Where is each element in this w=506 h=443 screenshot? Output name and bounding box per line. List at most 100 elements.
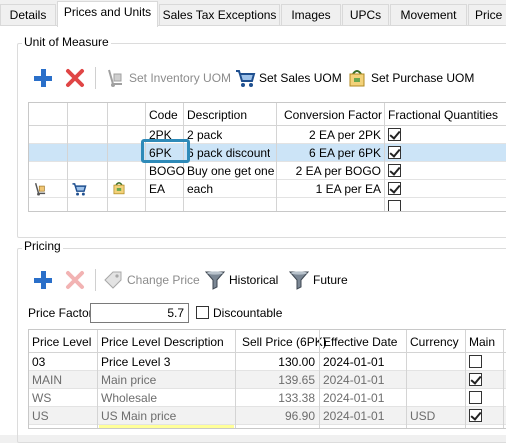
fractional-checkbox[interactable] — [388, 200, 401, 211]
set-inventory-uom-button[interactable]: Set Inventory UOM — [104, 66, 231, 90]
sell-price-cell[interactable]: 96.90 — [238, 407, 315, 425]
uom-group-title: Unit of Measure — [22, 35, 111, 49]
tab-images[interactable]: Images — [281, 4, 341, 26]
column-divider — [276, 103, 277, 211]
tab-content: Unit of Measure Set Inventory UOM Set Sa… — [0, 25, 506, 443]
column-header-main[interactable]: Main — [469, 333, 495, 351]
funnel-filter-icon — [204, 271, 226, 290]
historical-filter-button[interactable]: Historical — [204, 268, 278, 292]
pricing-group-title: Pricing — [22, 239, 63, 253]
price-level-description-cell[interactable]: Wholesale — [101, 389, 157, 407]
uom-description-cell[interactable]: 6 pack discount — [187, 144, 270, 162]
uom-conversion-cell[interactable]: 2 EA per BOGO — [279, 162, 381, 180]
uom-conversion-cell[interactable]: 1 EA per EA — [279, 180, 381, 198]
column-header-currency[interactable]: Currency — [410, 333, 459, 351]
uom-grid[interactable]: Code Description Conversion Factor Fract… — [28, 102, 506, 212]
header-divider — [29, 125, 506, 126]
highlighted-cell-background — [99, 425, 234, 428]
purchase-uom-bag-icon — [113, 182, 125, 195]
column-divider — [319, 330, 320, 428]
column-divider — [97, 330, 98, 428]
column-divider — [67, 103, 68, 211]
uom-description-cell[interactable]: Buy one get one — [187, 162, 274, 180]
tab-prices-and-units[interactable]: Prices and Units — [57, 1, 158, 27]
inventory-uom-dolly-icon — [34, 182, 46, 196]
funnel-filter-icon — [288, 271, 310, 290]
column-header-price-level[interactable]: Price Level — [32, 333, 91, 351]
price-level-cell[interactable]: MAIN — [32, 371, 62, 389]
cell-focus-border — [141, 139, 190, 163]
uom-conversion-cell[interactable]: 6 EA per 6PK — [279, 144, 381, 162]
price-tag-icon — [104, 271, 122, 289]
price-factor-input[interactable]: 5.7 — [90, 303, 189, 323]
set-purchase-uom-label: Set Purchase UOM — [371, 71, 475, 85]
tab-price-m[interactable]: Price M — [468, 4, 506, 26]
toolbar-separator — [95, 269, 96, 291]
uom-description-cell[interactable]: 2 pack — [187, 126, 222, 144]
add-price-button[interactable] — [32, 268, 57, 292]
set-inventory-uom-label: Set Inventory UOM — [129, 71, 232, 85]
plus-icon — [34, 271, 52, 289]
column-header-conversion-factor[interactable]: Conversion Factor — [284, 106, 382, 124]
effective-date-cell[interactable]: 2024-01-01 — [323, 371, 384, 389]
price-level-cell[interactable]: WS — [32, 389, 51, 407]
sell-price-cell[interactable]: 139.65 — [238, 371, 315, 389]
fractional-checkbox[interactable] — [388, 128, 401, 141]
shopping-bag-icon — [349, 70, 365, 87]
delete-uom-button[interactable] — [64, 66, 89, 90]
uom-code-cell[interactable]: EA — [149, 180, 165, 198]
set-sales-uom-label: Set Sales UOM — [259, 71, 342, 85]
effective-date-cell[interactable]: 2024-01-01 — [323, 389, 384, 407]
uom-code-cell[interactable]: BOGO — [149, 162, 185, 180]
fractional-checkbox[interactable] — [388, 146, 401, 159]
price-factor-label: Price Factor — [28, 306, 93, 320]
uom-description-cell[interactable]: each — [187, 180, 213, 198]
column-divider — [465, 330, 466, 428]
main-checkbox[interactable] — [469, 373, 482, 386]
tab-movement[interactable]: Movement — [390, 4, 467, 26]
sell-price-cell[interactable]: 130.00 — [238, 353, 315, 371]
tab-upcs[interactable]: UPCs — [342, 4, 389, 26]
price-level-cell[interactable]: US — [32, 407, 49, 425]
column-header-description[interactable]: Description — [187, 106, 247, 124]
tab-sales-tax-exceptions[interactable]: Sales Tax Exceptions — [159, 4, 280, 26]
fractional-checkbox[interactable] — [388, 164, 401, 177]
effective-date-cell[interactable]: 2024-01-01 — [323, 353, 384, 371]
add-uom-button[interactable] — [32, 66, 57, 90]
column-header-sell-price[interactable]: Sell Price (6PK) — [242, 333, 327, 351]
set-sales-uom-button[interactable]: Set Sales UOM — [234, 66, 342, 90]
column-header-price-level-description[interactable]: Price Level Description — [101, 333, 224, 351]
price-level-description-cell[interactable]: Price Level 3 — [101, 353, 170, 371]
uom-conversion-cell[interactable]: 2 EA per 2PK — [279, 126, 381, 144]
discountable-checkbox[interactable] — [196, 306, 209, 319]
effective-date-cell[interactable]: 2024-01-01 — [323, 407, 384, 425]
tab-details[interactable]: Details — [0, 4, 56, 26]
price-level-cell[interactable]: 03 — [32, 353, 45, 371]
shopping-cart-icon — [236, 70, 256, 87]
column-header-code[interactable]: Code — [149, 106, 178, 124]
main-checkbox[interactable] — [469, 409, 482, 422]
column-divider — [235, 330, 236, 428]
sell-price-cell[interactable]: 133.38 — [238, 389, 315, 407]
change-price-button[interactable]: Change Price — [102, 268, 200, 292]
column-header-fractional-quantities[interactable]: Fractional Quantities — [388, 106, 498, 124]
price-level-description-cell[interactable]: US Main price — [101, 407, 176, 425]
future-filter-button[interactable]: Future — [288, 268, 348, 292]
change-price-label: Change Price — [127, 273, 200, 287]
delete-x-icon — [66, 69, 84, 87]
column-divider — [406, 330, 407, 428]
main-checkbox[interactable] — [469, 391, 482, 404]
column-divider — [107, 103, 108, 211]
currency-cell[interactable]: USD — [410, 407, 435, 425]
pricing-grid[interactable]: Price Level Price Level Description Sell… — [28, 329, 506, 429]
main-checkbox[interactable] — [469, 355, 482, 368]
historical-label: Historical — [229, 273, 279, 287]
set-purchase-uom-button[interactable]: Set Purchase UOM — [346, 66, 474, 90]
row-divider — [29, 197, 506, 198]
tab-bar: Details Prices and Units Sales Tax Excep… — [0, 0, 506, 27]
column-header-effective-date[interactable]: Effective Date — [323, 333, 397, 351]
price-level-description-cell[interactable]: Main price — [101, 371, 156, 389]
delete-price-button[interactable] — [64, 268, 89, 292]
fractional-checkbox[interactable] — [388, 182, 401, 195]
delete-x-icon — [66, 271, 84, 289]
